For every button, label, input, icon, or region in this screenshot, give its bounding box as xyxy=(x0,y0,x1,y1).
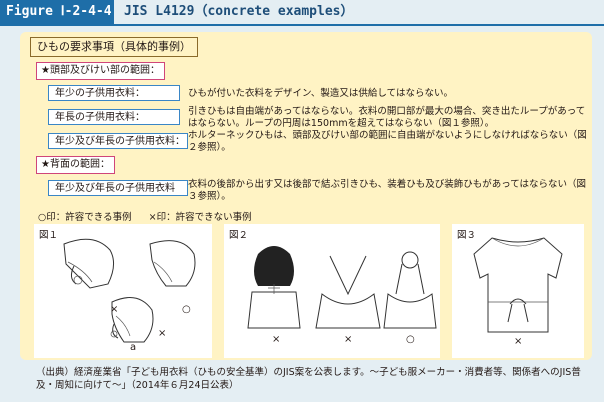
section-back-label: ★背面の範囲： xyxy=(36,156,115,174)
figure-2-mark-3: ○ xyxy=(406,334,415,345)
age-label-older: 年長の子供用衣料： xyxy=(48,109,180,125)
source-note: （出典）経済産業省「子ども用衣料（ひもの安全基準）のJIS案を公表します。～子ど… xyxy=(36,367,581,391)
figure-number: Figure Ⅰ-2-4-4 xyxy=(0,0,114,24)
desc-both-back: 衣料の後部から出す又は後部で結ぶ引きひも、装着ひも及び装飾ひもがあってはならない… xyxy=(188,179,587,202)
figure-1-mark-right: ○ xyxy=(182,304,191,315)
figure-title: JIS L4129（concrete examples） xyxy=(124,4,354,19)
figure-1-mark-left: × xyxy=(110,304,119,315)
content-panel: ひもの要求事項（具体的事例） ★頭部及びけい部の範囲： 年少の子供用衣料： ひも… xyxy=(20,32,592,360)
legend: ○印：許容できる事例 ×印：許容できない事例 xyxy=(38,209,266,223)
title-bar: Figure Ⅰ-2-4-4 JIS L4129（concrete exampl… xyxy=(0,0,604,26)
figure-2: 図２ × × ○ xyxy=(224,224,440,358)
figure-2-mark-2: × xyxy=(344,334,353,345)
desc-young: ひもが付いた衣料をデザイン、製造又は供給してはならない。 xyxy=(188,88,453,99)
section-head-neck-label: ★頭部及びけい部の範囲： xyxy=(36,62,165,80)
legend-ok: ○印：許容できる事例 xyxy=(38,212,132,223)
desc-older: 引きひもは自由端があってはならない。衣料の開口部が最大の場合、突き出たループがあ… xyxy=(188,106,586,129)
figure-1-sub-a: a xyxy=(130,342,137,353)
age-label-young: 年少の子供用衣料： xyxy=(48,85,180,101)
figure-3: 図３ × xyxy=(452,224,584,358)
legend-ng: ×印：許容できない事例 xyxy=(148,212,252,223)
desc-both: ホルターネックひもは、頭部及びけい部の範囲に自由端がないようにしなければならない… xyxy=(188,130,587,153)
figure-2-mark-1: × xyxy=(272,334,281,345)
age-label-both: 年少及び年長の子供用衣料： xyxy=(48,133,188,149)
figure-1-mark-bottom: × xyxy=(158,328,167,339)
panel-heading: ひもの要求事項（具体的事例） xyxy=(30,37,198,57)
age-label-both-back: 年少及び年長の子供用衣料 xyxy=(48,180,188,196)
figure-1: 図１ × ○ × a xyxy=(34,224,212,358)
figure-1-hood-illustration xyxy=(63,238,196,343)
figure-3-mark: × xyxy=(514,336,523,347)
